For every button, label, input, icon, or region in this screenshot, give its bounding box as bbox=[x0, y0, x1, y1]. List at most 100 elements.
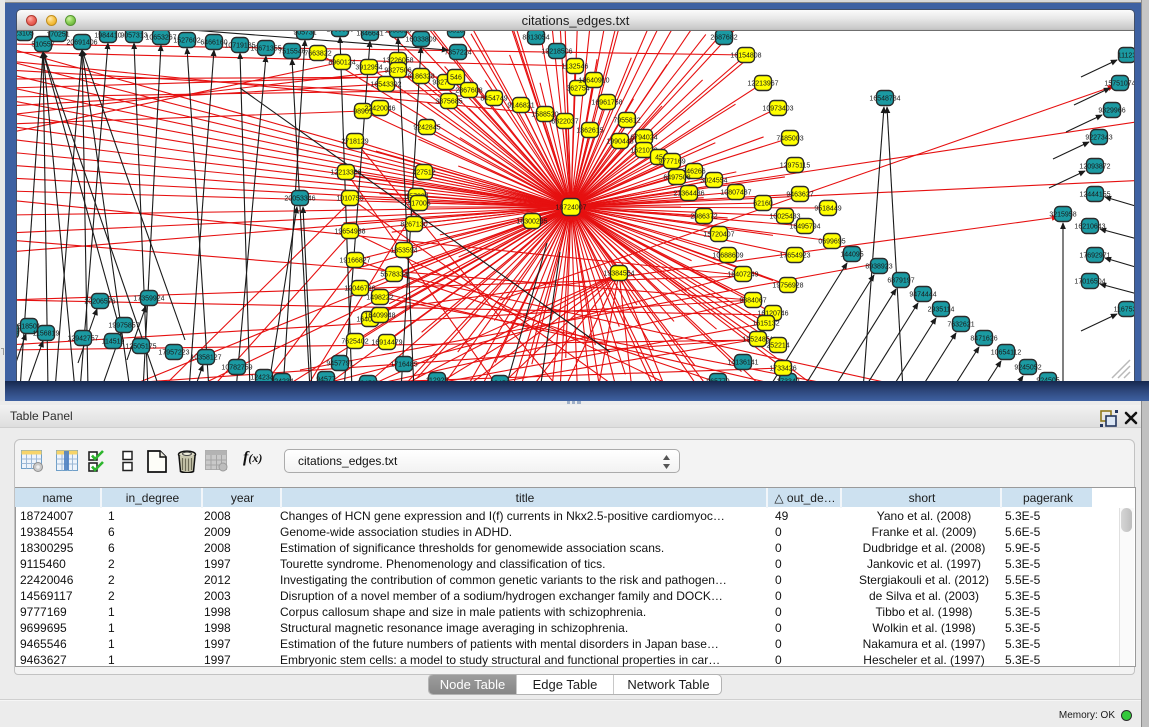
svg-text:9245052: 9245052 bbox=[1014, 365, 1041, 372]
svg-text:20206576: 20206576 bbox=[84, 299, 115, 306]
svg-text:1167533: 1167533 bbox=[1114, 307, 1134, 314]
svg-text:1132546: 1132546 bbox=[562, 64, 589, 71]
svg-text:1527602: 1527602 bbox=[173, 38, 200, 45]
svg-text:12213967: 12213967 bbox=[747, 81, 778, 88]
svg-text:10782759: 10782759 bbox=[221, 365, 252, 372]
svg-text:22420046: 22420046 bbox=[364, 106, 395, 113]
svg-text:8322037: 8322037 bbox=[551, 119, 578, 126]
svg-text:15751074: 15751074 bbox=[1104, 81, 1134, 88]
svg-text:8454749: 8454749 bbox=[480, 96, 507, 103]
svg-text:546: 546 bbox=[450, 75, 462, 82]
svg-text:16210643: 16210643 bbox=[1074, 224, 1105, 231]
svg-text:1065326: 1065326 bbox=[326, 31, 353, 34]
svg-text:7663822: 7663822 bbox=[304, 51, 331, 58]
svg-text:17692971: 17692971 bbox=[1079, 253, 1110, 260]
svg-text:1846641: 1846641 bbox=[356, 31, 383, 38]
svg-text:1733426: 1733426 bbox=[769, 366, 796, 373]
svg-text:9227343: 9227343 bbox=[1085, 135, 1112, 142]
svg-text:905731: 905731 bbox=[293, 31, 316, 37]
svg-text:1353594: 1353594 bbox=[390, 248, 417, 255]
svg-text:8813054: 8813054 bbox=[522, 35, 549, 42]
svg-text:924505: 924505 bbox=[1036, 378, 1059, 382]
svg-text:9329966: 9329966 bbox=[1098, 108, 1125, 115]
svg-text:16543392: 16543392 bbox=[370, 82, 401, 89]
svg-text:11123: 11123 bbox=[1118, 53, 1134, 60]
svg-text:965779: 965779 bbox=[706, 379, 729, 382]
svg-text:7625402: 7625402 bbox=[341, 339, 368, 346]
svg-text:19218506: 19218506 bbox=[541, 49, 572, 56]
svg-text:16914479: 16914479 bbox=[371, 340, 402, 347]
svg-text:0699695: 0699695 bbox=[818, 239, 845, 246]
svg-text:7485003: 7485003 bbox=[776, 136, 803, 143]
svg-text:17016504: 17016504 bbox=[1074, 279, 1105, 286]
svg-text:92450: 92450 bbox=[490, 381, 510, 382]
svg-text:8471626: 8471626 bbox=[970, 336, 997, 343]
svg-text:16154808: 16154808 bbox=[730, 53, 761, 60]
svg-text:8813: 8813 bbox=[448, 31, 464, 35]
svg-text:10671355: 10671355 bbox=[250, 46, 281, 53]
svg-text:104523: 104523 bbox=[356, 381, 379, 382]
svg-text:23105: 23105 bbox=[17, 31, 34, 38]
svg-text:124234: 124234 bbox=[270, 379, 293, 382]
svg-text:19384554: 19384554 bbox=[603, 271, 634, 278]
svg-text:2687682: 2687682 bbox=[710, 35, 737, 42]
svg-text:5578334: 5578334 bbox=[380, 272, 407, 279]
svg-text:12213383: 12213383 bbox=[330, 170, 361, 177]
svg-text:10973403: 10973403 bbox=[762, 106, 793, 113]
svg-text:8267130: 8267130 bbox=[400, 222, 427, 229]
svg-text:417006: 417006 bbox=[407, 201, 430, 208]
svg-text:16548784: 16548784 bbox=[869, 96, 900, 103]
svg-text:3024554: 3024554 bbox=[700, 178, 727, 185]
svg-text:16961758: 16961758 bbox=[591, 100, 622, 107]
svg-text:2867608: 2867608 bbox=[455, 88, 482, 95]
svg-text:510557: 510557 bbox=[31, 42, 54, 49]
svg-text:16409948: 16409948 bbox=[364, 313, 395, 320]
svg-text:12505175: 12505175 bbox=[125, 344, 156, 351]
svg-text:114519: 114519 bbox=[102, 339, 125, 346]
svg-text:10654112: 10654112 bbox=[991, 350, 1022, 357]
svg-text:6497508: 6497508 bbox=[663, 175, 690, 182]
svg-text:9474444: 9474444 bbox=[909, 292, 936, 299]
svg-text:15720407: 15720407 bbox=[703, 232, 734, 239]
svg-text:9463627: 9463627 bbox=[786, 192, 813, 199]
svg-text:12975115: 12975115 bbox=[780, 163, 811, 170]
svg-text:9457791: 9457791 bbox=[326, 361, 353, 368]
svg-text:10688609: 10688609 bbox=[712, 253, 743, 260]
svg-text:1588520: 1588520 bbox=[531, 112, 558, 119]
svg-text:1498222: 1498222 bbox=[366, 295, 393, 302]
svg-text:9057313: 9057313 bbox=[120, 33, 147, 40]
svg-text:18300295: 18300295 bbox=[516, 219, 547, 226]
svg-text:6879197: 6879197 bbox=[887, 278, 914, 285]
svg-text:7955812: 7955812 bbox=[613, 118, 640, 125]
svg-text:8960124: 8960124 bbox=[328, 60, 355, 67]
svg-text:18495794: 18495794 bbox=[789, 224, 820, 231]
svg-text:19166827: 19166827 bbox=[339, 258, 370, 265]
svg-text:9777169: 9777169 bbox=[658, 159, 685, 166]
svg-text:19654938: 19654938 bbox=[334, 229, 365, 236]
svg-text:12093872: 12093872 bbox=[1079, 164, 1110, 171]
svg-text:3912954: 3912954 bbox=[355, 65, 382, 72]
svg-text:18407249: 18407249 bbox=[727, 272, 758, 279]
svg-text:1010755: 1010755 bbox=[336, 196, 363, 203]
svg-text:16033809: 16033809 bbox=[405, 37, 436, 44]
svg-text:17654923: 17654923 bbox=[779, 253, 810, 260]
svg-text:9518449: 9518449 bbox=[814, 206, 841, 213]
svg-text:1615132: 1615132 bbox=[752, 321, 779, 328]
svg-text:1984410: 1984410 bbox=[94, 33, 121, 40]
svg-text:20053346: 20053346 bbox=[284, 196, 315, 203]
svg-text:8186328: 8186328 bbox=[407, 74, 434, 81]
svg-text:94577: 94577 bbox=[316, 377, 336, 382]
svg-text:9384067: 9384067 bbox=[739, 298, 766, 305]
svg-text:2718129: 2718129 bbox=[341, 139, 368, 146]
svg-text:1716485: 1716485 bbox=[390, 362, 417, 369]
svg-text:19975857: 19975857 bbox=[108, 323, 139, 330]
svg-text:3875685: 3875685 bbox=[435, 99, 462, 106]
svg-text:18640910: 18640910 bbox=[578, 78, 609, 85]
svg-text:10653267: 10653267 bbox=[145, 35, 176, 42]
svg-text:112923: 112923 bbox=[426, 378, 449, 382]
svg-text:12444155: 12444155 bbox=[1079, 192, 1110, 199]
svg-text:17359924: 17359924 bbox=[133, 296, 164, 303]
svg-text:12942757: 12942757 bbox=[67, 336, 98, 343]
svg-text:10025433: 10025433 bbox=[769, 214, 800, 221]
svg-text:17957223: 17957223 bbox=[158, 350, 189, 357]
